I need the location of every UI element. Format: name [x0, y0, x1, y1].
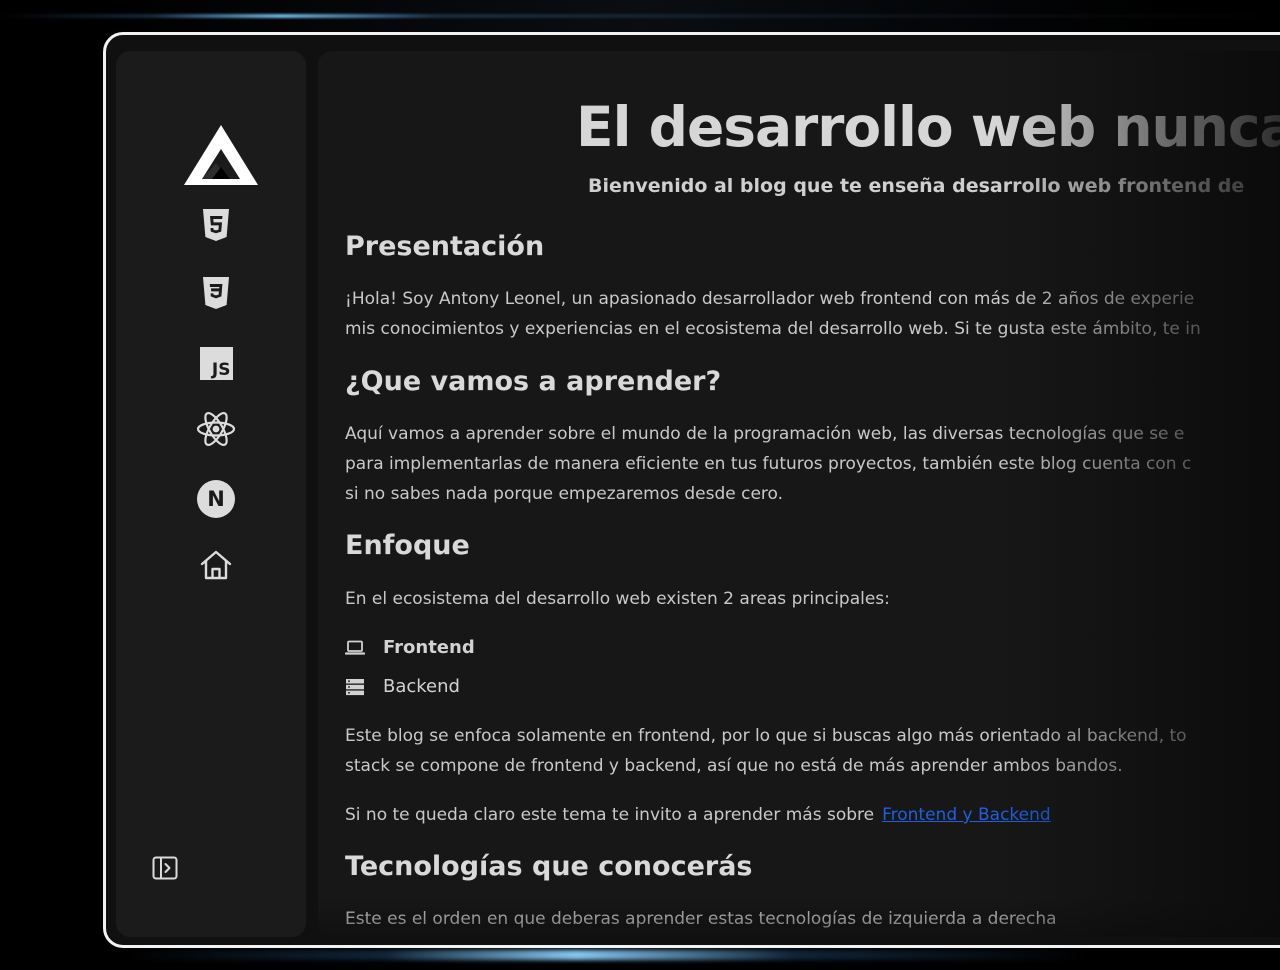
js-icon-label: JS: [211, 359, 231, 380]
section-heading-enfoque: Enfoque: [345, 530, 470, 561]
sidebar: JS N: [116, 51, 306, 937]
react-icon: [196, 411, 236, 451]
section-heading-presentacion: Presentación: [345, 231, 545, 262]
nextjs-icon-label: N: [207, 487, 225, 511]
aprender-text-line1: Aquí vamos a aprender sobre el mundo de …: [345, 424, 1185, 444]
screen: JS N El desarrollo web nunca Bienvenido …: [0, 0, 1280, 970]
aprender-text-line3: si no sabes nada porque empezaremos desd…: [345, 484, 784, 504]
list-item-label: Frontend: [383, 637, 475, 658]
sidebar-toggle-button[interactable]: [152, 856, 178, 884]
aprender-text-line2: para implementarlas de manera eficiente …: [345, 454, 1192, 474]
sidebar-item-home[interactable]: [196, 547, 236, 587]
presentacion-text-line1: ¡Hola! Soy Antony Leonel, un apasionado …: [345, 289, 1195, 309]
sidebar-item-react[interactable]: [196, 411, 236, 451]
enfoque-invite: Si no te queda claro este tema te invito…: [345, 800, 1051, 830]
laptop-icon: [345, 639, 367, 657]
html5-icon: [201, 208, 231, 246]
enfoque-intro: En el ecosistema del desarrollo web exis…: [345, 589, 890, 609]
sidebar-item-javascript[interactable]: JS: [196, 343, 236, 383]
sidebar-toggle-icon: [152, 856, 178, 884]
app-window: JS N El desarrollo web nunca Bienvenido …: [103, 32, 1280, 948]
section-heading-aprender: ¿Que vamos a aprender?: [345, 366, 722, 397]
home-icon: [199, 549, 233, 585]
nextjs-icon: N: [197, 480, 235, 518]
presentacion-text-line2: mis conocimientos y experiencias en el e…: [345, 319, 1201, 339]
js-icon: JS: [199, 346, 233, 380]
hero-subtitle: Bienvenido al blog que te enseña desarro…: [588, 175, 1245, 197]
blog-content: El desarrollo web nunca Bienvenido al bl…: [318, 51, 1280, 937]
invite-text: Si no te queda claro este tema te invito…: [345, 805, 875, 825]
sidebar-item-html5[interactable]: [196, 207, 236, 247]
list-item-label: Backend: [383, 676, 460, 697]
frontend-backend-link[interactable]: Frontend y Backend: [882, 805, 1051, 825]
top-glow-line: [0, 14, 1280, 18]
tecnologias-text-line1: Este es el orden en que deberas aprender…: [345, 909, 1057, 929]
sidebar-item-nextjs[interactable]: N: [196, 479, 236, 519]
triangle-logo-icon[interactable]: [182, 123, 260, 189]
enfoque-text-line2: stack se compone de frontend y backend, …: [345, 756, 1123, 776]
list-item-backend: Backend: [345, 676, 460, 697]
css3-icon: [201, 276, 231, 314]
section-heading-tecnologias: Tecnologías que conocerás: [345, 851, 753, 882]
sidebar-item-css3[interactable]: [196, 275, 236, 315]
server-icon: [345, 678, 367, 696]
enfoque-text-line1: Este blog se enfoca solamente en fronten…: [345, 726, 1187, 746]
hero-title: El desarrollo web nunca: [576, 95, 1280, 159]
bottom-glow-line: [0, 950, 1280, 960]
list-item-frontend: Frontend: [345, 637, 475, 658]
